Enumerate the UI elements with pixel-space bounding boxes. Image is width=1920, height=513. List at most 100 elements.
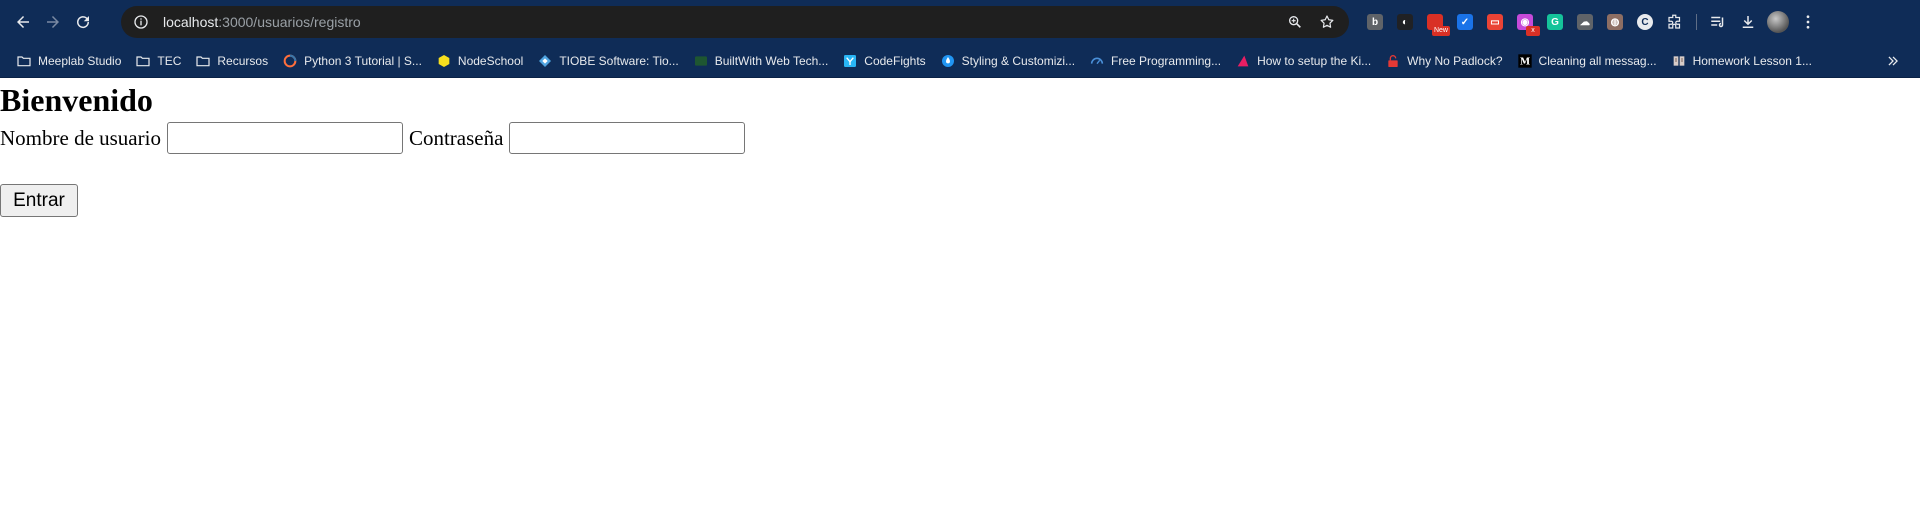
- password-label: Contraseña: [408, 125, 504, 150]
- folder-icon: [135, 53, 151, 69]
- extension-6-button[interactable]: ◉ x: [1510, 7, 1540, 37]
- page-content: Bienvenido Nombre de usuario Contraseña …: [0, 79, 1920, 513]
- bookmark-item[interactable]: NodeSchool: [430, 48, 529, 74]
- drop-icon: [940, 53, 956, 69]
- bookmark-label: CodeFights: [864, 53, 926, 68]
- diamond-icon: [537, 53, 553, 69]
- password-input[interactable]: [509, 122, 746, 154]
- toolbar-separator: [1696, 14, 1697, 30]
- bookmark-item[interactable]: Recursos: [189, 48, 274, 74]
- extension-1-icon: b: [1367, 14, 1383, 30]
- gauge-icon: [1089, 53, 1105, 69]
- site-info-icon[interactable]: [127, 8, 155, 36]
- extension-8-icon: ☁: [1577, 14, 1593, 30]
- star-icon: [1320, 15, 1334, 28]
- bookmark-item[interactable]: How to setup the Ki...: [1229, 48, 1377, 74]
- folder-icon: [195, 53, 211, 69]
- username-input[interactable]: [166, 122, 403, 154]
- bookmark-item[interactable]: Meeplab Studio: [10, 48, 127, 74]
- puzzle-icon: [1668, 14, 1681, 29]
- bookmark-label: Meeplab Studio: [38, 53, 122, 68]
- reload-icon: [77, 16, 90, 29]
- reading-list-button[interactable]: [1703, 7, 1733, 37]
- bookmarks-bar: Meeplab Studio TEC Recursos Python 3 Tutori…: [0, 44, 1920, 78]
- extension-6-badge: x: [1526, 26, 1540, 36]
- zoom-button[interactable]: [1281, 8, 1309, 36]
- zoom-icon: [1289, 15, 1301, 28]
- url-text[interactable]: localhost:3000/usuarios/registro: [163, 14, 361, 30]
- page-title: Bienvenido: [0, 82, 153, 118]
- bookmark-item[interactable]: TIOBE Software: Tio...: [531, 48, 684, 74]
- profile-button[interactable]: [1763, 7, 1793, 37]
- extension-5-button[interactable]: ▭: [1480, 7, 1510, 37]
- book-icon: [1671, 53, 1687, 69]
- url-host: localhost: [163, 14, 219, 30]
- grammarly-icon: G: [1547, 14, 1563, 30]
- grammarly-button[interactable]: G: [1540, 7, 1570, 37]
- bookmark-item[interactable]: Styling & Customizi...: [934, 48, 1081, 74]
- extension-3-button[interactable]: New: [1420, 7, 1450, 37]
- medium-icon: M: [1517, 53, 1533, 69]
- extension-2-button[interactable]: ◐: [1390, 7, 1420, 37]
- extension-8-button[interactable]: ☁: [1570, 7, 1600, 37]
- bookmark-label: Cleaning all messag...: [1538, 53, 1657, 68]
- reading-list-icon: [1711, 16, 1724, 28]
- extension-4-button[interactable]: ✓: [1450, 7, 1480, 37]
- reload-button[interactable]: [68, 7, 98, 37]
- extension-2-icon: ◐: [1397, 14, 1413, 30]
- bookmark-label: Python 3 Tutorial | S...: [304, 53, 422, 68]
- browser-menu-button[interactable]: [1793, 7, 1823, 37]
- bookmark-label: Why No Padlock?: [1407, 53, 1503, 68]
- avatar: [1767, 11, 1789, 33]
- arrow-right-icon: [47, 16, 59, 28]
- svg-text:M: M: [1519, 56, 1529, 67]
- bookmark-label: NodeSchool: [457, 53, 524, 68]
- bookmark-label: Free Programming...: [1111, 53, 1222, 68]
- bookmark-item[interactable]: Why No Padlock?: [1379, 48, 1508, 74]
- bookmark-item[interactable]: BuiltWith Web Tech...: [687, 48, 835, 74]
- download-icon: [1742, 16, 1754, 28]
- padlock-icon: [1385, 53, 1401, 69]
- browser-toolbar: localhost:3000/usuarios/registro b ◐ New ✓ ▭…: [0, 0, 1920, 44]
- extension-9-button[interactable]: ◍: [1600, 7, 1630, 37]
- bookmark-item[interactable]: Free Programming...: [1083, 48, 1227, 74]
- arrow-left-icon: [17, 16, 29, 28]
- python-icon: [282, 53, 298, 69]
- back-button[interactable]: [8, 7, 38, 37]
- bookmark-item[interactable]: Homework Lesson 1...: [1665, 48, 1818, 74]
- login-form: Nombre de usuario Contraseña: [0, 122, 751, 154]
- folder-icon: [16, 53, 32, 69]
- bookmark-item[interactable]: CodeFights: [836, 48, 931, 74]
- extension-4-icon: ✓: [1457, 14, 1473, 30]
- forward-button[interactable]: [38, 7, 68, 37]
- triangle-icon: [1235, 53, 1251, 69]
- username-label: Nombre de usuario: [0, 125, 161, 150]
- bookmarks-overflow-button[interactable]: [1880, 48, 1906, 74]
- bookmark-label: Recursos: [217, 53, 269, 68]
- extension-1-button[interactable]: b: [1360, 7, 1390, 37]
- chevron-double-right-icon: [1888, 56, 1898, 66]
- downloads-button[interactable]: [1733, 7, 1763, 37]
- extension-5-icon: ▭: [1487, 14, 1503, 30]
- bookmark-label: TEC: [157, 53, 182, 68]
- extension-10-button[interactable]: C: [1630, 7, 1660, 37]
- url-path: :3000/usuarios/registro: [218, 14, 361, 30]
- extension-3-badge: New: [1431, 26, 1450, 36]
- extensions-button[interactable]: [1660, 7, 1690, 37]
- submit-button[interactable]: Entrar: [0, 184, 78, 217]
- builtwith-icon: [693, 53, 709, 69]
- extensions-area: b ◐ New ✓ ▭ ◉ x G ☁ ◍ C: [1360, 7, 1823, 37]
- bookmark-item[interactable]: M Cleaning all messag...: [1511, 48, 1663, 74]
- extension-9-icon: ◍: [1607, 14, 1623, 30]
- bookmark-label: How to setup the Ki...: [1257, 53, 1372, 68]
- bookmark-item[interactable]: Python 3 Tutorial | S...: [276, 48, 428, 74]
- address-bar[interactable]: localhost:3000/usuarios/registro: [121, 6, 1349, 38]
- bookmark-item[interactable]: TEC: [129, 48, 187, 74]
- bookmark-label: TIOBE Software: Tio...: [559, 53, 679, 68]
- bookmark-label: Homework Lesson 1...: [1692, 53, 1812, 68]
- more-vert-icon: [1806, 15, 1810, 29]
- bookmark-star-button[interactable]: [1313, 8, 1341, 36]
- hexagon-icon: [436, 53, 452, 69]
- codefights-icon: [842, 53, 858, 69]
- extension-10-icon: C: [1637, 14, 1653, 30]
